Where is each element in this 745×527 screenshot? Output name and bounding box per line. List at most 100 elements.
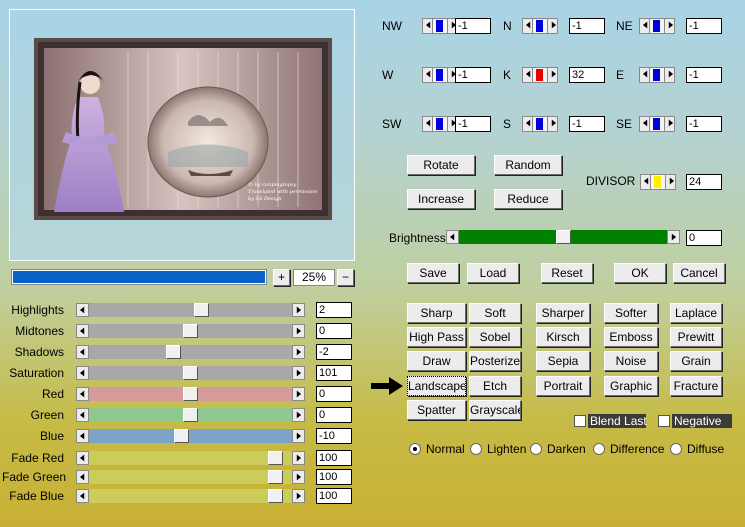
preset-button[interactable]: Grain xyxy=(670,351,722,371)
cancel-button[interactable]: Cancel xyxy=(673,263,725,283)
kernel-value-field[interactable]: -1 xyxy=(455,67,491,83)
kernel-value-field[interactable]: 32 xyxy=(569,67,605,83)
preset-button[interactable]: Soft xyxy=(469,303,521,323)
preset-button[interactable]: Sepia xyxy=(536,351,590,371)
preset-button[interactable]: Laplace xyxy=(670,303,722,323)
preset-button[interactable]: Grayscale xyxy=(469,400,521,420)
slider-thumb[interactable] xyxy=(268,451,283,465)
slider-left-arrow-icon[interactable] xyxy=(76,387,89,401)
kernel-value-field[interactable]: -1 xyxy=(455,116,491,132)
preset-button[interactable]: Kirsch xyxy=(536,327,590,347)
negative-checkbox[interactable] xyxy=(658,415,670,427)
slider-thumb[interactable] xyxy=(194,303,209,317)
slider-track[interactable] xyxy=(89,345,292,359)
reset-button[interactable]: Reset xyxy=(541,263,593,283)
slider-thumb[interactable] xyxy=(166,345,181,359)
divisor-right-arrow-icon[interactable] xyxy=(665,174,676,190)
blend-mode-radio[interactable] xyxy=(670,443,682,455)
slider-thumb[interactable] xyxy=(183,408,198,422)
slider-right-arrow-icon[interactable] xyxy=(292,345,305,359)
kernel-value-field[interactable]: -1 xyxy=(569,18,605,34)
kernel-value-field[interactable]: -1 xyxy=(686,18,722,34)
zoom-out-button[interactable]: − xyxy=(337,269,354,286)
slider-thumb[interactable] xyxy=(174,429,189,443)
slider-track[interactable] xyxy=(89,324,292,338)
slider-thumb[interactable] xyxy=(268,489,283,503)
brightness-track[interactable] xyxy=(459,230,667,244)
zoom-in-button[interactable]: + xyxy=(273,269,290,286)
kernel-value-field[interactable]: -1 xyxy=(686,67,722,83)
increase-button[interactable]: Increase xyxy=(407,189,475,209)
preset-button[interactable]: Sharp xyxy=(407,303,466,323)
slider-value-field[interactable]: -2 xyxy=(316,344,352,360)
slider-thumb[interactable] xyxy=(268,470,283,484)
brightness-slider[interactable] xyxy=(446,230,680,244)
blend-last-checkbox[interactable] xyxy=(574,415,586,427)
kernel-spinner[interactable] xyxy=(639,67,675,83)
slider-track[interactable] xyxy=(89,451,292,465)
preset-button[interactable]: Posterize xyxy=(469,351,521,371)
preset-button[interactable]: Portrait xyxy=(536,376,590,396)
slider-value-field[interactable]: 0 xyxy=(316,386,352,402)
brightness-left-arrow-icon[interactable] xyxy=(446,230,459,244)
slider-left-arrow-icon[interactable] xyxy=(76,489,89,503)
slider-track[interactable] xyxy=(89,408,292,422)
kernel-value-field[interactable]: -1 xyxy=(686,116,722,132)
kernel-spinner[interactable] xyxy=(639,18,675,34)
slider-right-arrow-icon[interactable] xyxy=(292,366,305,380)
slider-thumb[interactable] xyxy=(183,324,198,338)
slider-track[interactable] xyxy=(89,429,292,443)
preset-button[interactable]: Emboss xyxy=(604,327,658,347)
kernel-spinner[interactable] xyxy=(422,116,458,132)
slider-value-field[interactable]: 100 xyxy=(316,469,352,485)
load-button[interactable]: Load xyxy=(467,263,519,283)
preset-button[interactable]: Landscape xyxy=(407,376,466,396)
slider-left-arrow-icon[interactable] xyxy=(76,324,89,338)
blend-mode-radio[interactable] xyxy=(409,443,421,455)
kernel-spinner[interactable] xyxy=(522,67,558,83)
preset-button[interactable]: Draw xyxy=(407,351,466,371)
kernel-value-field[interactable]: -1 xyxy=(455,18,491,34)
save-button[interactable]: Save xyxy=(407,263,459,283)
slider-track[interactable] xyxy=(89,366,292,380)
kernel-spinner[interactable] xyxy=(639,116,675,132)
slider-right-arrow-icon[interactable] xyxy=(292,470,305,484)
slider-value-field[interactable]: 2 xyxy=(316,302,352,318)
divisor-field[interactable]: 24 xyxy=(686,174,722,190)
slider-track[interactable] xyxy=(89,470,292,484)
kernel-spinner[interactable] xyxy=(422,18,458,34)
slider-thumb[interactable] xyxy=(183,366,198,380)
preset-button[interactable]: Graphic xyxy=(604,376,658,396)
slider-left-arrow-icon[interactable] xyxy=(76,470,89,484)
preset-button[interactable]: Prewitt xyxy=(670,327,722,347)
slider-right-arrow-icon[interactable] xyxy=(292,489,305,503)
divisor-spinner[interactable] xyxy=(640,174,676,190)
slider-right-arrow-icon[interactable] xyxy=(292,303,305,317)
slider-left-arrow-icon[interactable] xyxy=(76,303,89,317)
preset-button[interactable]: Sharper xyxy=(536,303,590,323)
kernel-spinner[interactable] xyxy=(522,116,558,132)
brightness-right-arrow-icon[interactable] xyxy=(667,230,680,244)
slider-thumb[interactable] xyxy=(183,387,198,401)
slider-value-field[interactable]: 101 xyxy=(316,365,352,381)
slider-left-arrow-icon[interactable] xyxy=(76,451,89,465)
slider-track[interactable] xyxy=(89,303,292,317)
slider-left-arrow-icon[interactable] xyxy=(76,408,89,422)
slider-left-arrow-icon[interactable] xyxy=(76,429,89,443)
slider-track[interactable] xyxy=(89,387,292,401)
random-button[interactable]: Random xyxy=(494,155,562,175)
ok-button[interactable]: OK xyxy=(614,263,666,283)
slider-left-arrow-icon[interactable] xyxy=(76,366,89,380)
preset-button[interactable]: Noise xyxy=(604,351,658,371)
blend-mode-radio[interactable] xyxy=(470,443,482,455)
preview-image[interactable]: © by cunpingtopsy Translated with permis… xyxy=(34,38,332,220)
slider-right-arrow-icon[interactable] xyxy=(292,387,305,401)
reduce-button[interactable]: Reduce xyxy=(494,189,562,209)
preset-button[interactable]: Sobel xyxy=(469,327,521,347)
brightness-field[interactable]: 0 xyxy=(686,230,722,246)
slider-value-field[interactable]: 0 xyxy=(316,323,352,339)
slider-track[interactable] xyxy=(89,489,292,503)
slider-right-arrow-icon[interactable] xyxy=(292,408,305,422)
slider-value-field[interactable]: 100 xyxy=(316,488,352,504)
preset-button[interactable]: Etch xyxy=(469,376,521,396)
